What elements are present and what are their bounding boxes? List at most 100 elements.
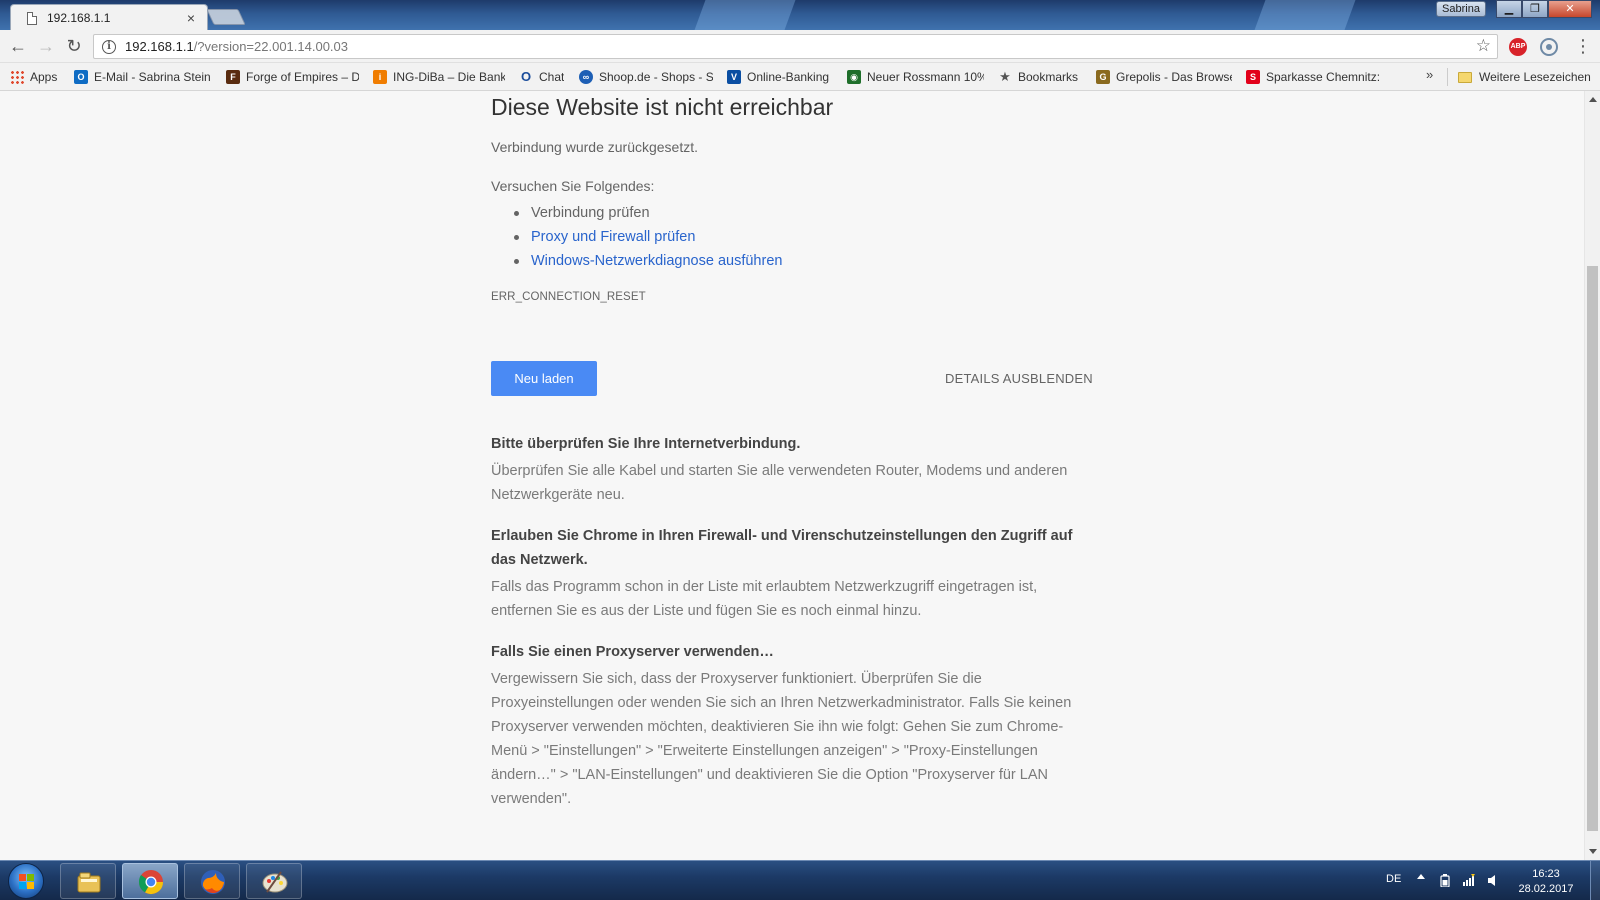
sparkasse-icon: S	[1246, 69, 1260, 84]
network-icon[interactable]	[1462, 874, 1476, 887]
other-bookmarks-folder[interactable]: Weitere Lesezeichen	[1458, 63, 1591, 91]
bookmark-rossmann[interactable]: ◉ Neuer Rossmann 10%	[847, 69, 984, 84]
url-path[interactable]: /?version=22.001.14.00.03	[194, 39, 348, 54]
grepolis-icon: G	[1096, 69, 1110, 84]
network-diagnostics-link[interactable]: Windows-Netzwerkdiagnose ausführen	[531, 253, 782, 269]
error-code: ERR_CONNECTION_RESET	[491, 291, 646, 303]
reload-icon[interactable]: ↻	[62, 34, 86, 58]
bookmark-grepolis[interactable]: G Grepolis - Das Browse	[1096, 69, 1232, 84]
chat-icon: O	[520, 69, 532, 84]
chrome-menu-icon[interactable]: ⋮	[1574, 34, 1592, 58]
details-section-title: Erlauben Sie Chrome in Ihren Firewall- u…	[491, 528, 1073, 568]
bookmark-label: Online-Banking	[747, 69, 830, 84]
more-bookmarks-chevron-icon[interactable]: »	[1426, 67, 1433, 82]
bookmark-forge-of-empires[interactable]: F Forge of Empires – Da	[226, 69, 359, 84]
details-section-title: Falls Sie einen Proxyserver verwenden…	[491, 644, 774, 660]
language-indicator[interactable]: DE	[1386, 873, 1401, 885]
tab-active[interactable]: 192.168.1.1 ×	[10, 4, 208, 30]
bookmark-label: Sparkasse Chemnitz: C	[1266, 69, 1380, 84]
taskbar-chrome[interactable]	[122, 863, 178, 899]
bookmark-label: Grepolis - Das Browse	[1116, 69, 1232, 84]
bookmark-label: E-Mail - Sabrina Stein	[94, 69, 211, 84]
paint-icon	[262, 871, 288, 893]
clock-date: 28.02.2017	[1518, 883, 1574, 895]
clock-time: 16:23	[1532, 868, 1560, 880]
close-window-button[interactable]: ✕	[1548, 0, 1592, 18]
bookmark-label: ING-DiBa – Die Bank u	[393, 69, 505, 84]
suggestion-text: Verbindung prüfen	[531, 205, 650, 221]
bookmark-shoop[interactable]: ∞ Shoop.de - Shops - Sh	[579, 69, 713, 84]
scroll-down-arrow-icon[interactable]	[1589, 849, 1597, 854]
window-titlebar: 192.168.1.1 × Sabrina ▁ ❐ ✕	[0, 0, 1600, 30]
browser-toolbar: ← → ↻ i 192.168.1.1/?version=22.001.14.0…	[0, 30, 1600, 63]
bookmark-apps[interactable]: Apps	[10, 69, 60, 84]
suggestions-list: Verbindung prüfen Proxy und Firewall prü…	[513, 201, 782, 273]
star-icon: ★	[999, 69, 1011, 84]
forward-arrow-icon[interactable]: →	[34, 34, 58, 58]
taskbar-explorer[interactable]	[60, 863, 116, 899]
proxy-firewall-link[interactable]: Proxy und Firewall prüfen	[531, 229, 695, 245]
details-section-body: Falls das Programm schon in der Liste mi…	[491, 579, 1038, 619]
details-section-body: Überprüfen Sie alle Kabel und starten Si…	[491, 463, 1068, 503]
bookmark-ing-diba[interactable]: i ING-DiBa – Die Bank u	[373, 69, 505, 84]
bookmark-label: Forge of Empires – Da	[246, 69, 359, 84]
taskbar-clock[interactable]: 16:23 28.02.2017	[1506, 867, 1586, 897]
bookmark-online-banking[interactable]: V Online-Banking	[727, 69, 833, 84]
details-section-title: Bitte überprüfen Sie Ihre Internetverbin…	[491, 436, 801, 452]
bank-icon: V	[727, 69, 741, 84]
adblock-plus-icon[interactable]: ABP	[1509, 38, 1527, 56]
site-info-icon[interactable]: i	[102, 39, 116, 54]
battery-icon[interactable]	[1439, 874, 1451, 887]
windows-taskbar: DE 16:23 28.02.2017	[0, 860, 1600, 900]
bookmark-label: Chat	[539, 69, 565, 84]
tab-title: 192.168.1.1	[47, 11, 111, 25]
folder-icon	[1458, 71, 1472, 83]
bookmark-sparkasse[interactable]: S Sparkasse Chemnitz: C	[1246, 69, 1380, 84]
suggestion-check-proxy: Proxy und Firewall prüfen	[513, 225, 782, 249]
suggestions-heading: Versuchen Sie Folgendes:	[491, 178, 655, 194]
bookmark-bookmarks[interactable]: ★ Bookmarks	[998, 70, 1082, 84]
maximize-button[interactable]: ❐	[1522, 0, 1548, 18]
show-desktop-button[interactable]	[1590, 861, 1600, 900]
profile-button[interactable]: Sabrina	[1436, 1, 1486, 17]
suggestion-network-diagnostics: Windows-Netzwerkdiagnose ausführen	[513, 249, 782, 273]
ing-icon: i	[373, 69, 387, 84]
chrome-icon	[138, 870, 163, 895]
other-bookmarks-label: Weitere Lesezeichen	[1479, 70, 1591, 84]
page-icon	[27, 11, 37, 25]
details-section-body: Vergewissern Sie sich, dass der Proxyser…	[491, 671, 1072, 807]
taskbar-firefox[interactable]	[184, 863, 240, 899]
suggestion-check-connection: Verbindung prüfen	[513, 201, 782, 225]
outlook-icon: O	[74, 69, 88, 84]
bookmark-label: Bookmarks	[1018, 69, 1079, 84]
scroll-up-arrow-icon[interactable]	[1589, 97, 1597, 102]
bookmark-chat[interactable]: O Chat	[519, 70, 565, 84]
taskbar-paint[interactable]	[246, 863, 302, 899]
forge-icon: F	[226, 69, 240, 84]
bookmark-label: Neuer Rossmann 10%	[867, 69, 984, 84]
titlebar-glow	[694, 0, 796, 30]
bookmarks-bar: Apps O E-Mail - Sabrina Stein F Forge of…	[0, 63, 1600, 91]
start-button[interactable]	[8, 863, 44, 899]
extension-eye-icon[interactable]	[1540, 38, 1558, 56]
url-host[interactable]: 192.168.1.1	[125, 39, 194, 54]
volume-icon[interactable]	[1487, 874, 1499, 887]
windows-logo-icon	[19, 874, 35, 890]
vertical-scrollbar[interactable]	[1584, 91, 1600, 860]
error-subtitle: Verbindung wurde zurückgesetzt.	[491, 139, 699, 155]
minimize-button[interactable]: ▁	[1496, 0, 1522, 18]
window-controls: ▁ ❐ ✕	[1496, 0, 1592, 18]
reload-button[interactable]: Neu laden	[491, 361, 597, 396]
tab-close-icon[interactable]: ×	[187, 10, 195, 26]
error-title: Diese Website ist nicht erreichbar	[491, 94, 834, 120]
rossmann-icon: ◉	[847, 69, 861, 84]
bookmark-email[interactable]: O E-Mail - Sabrina Stein	[74, 69, 212, 84]
show-hidden-icons-icon[interactable]	[1417, 874, 1425, 879]
hide-details-button[interactable]: DETAILS AUSBLENDEN	[945, 371, 1093, 386]
scrollbar-thumb[interactable]	[1587, 266, 1598, 831]
new-tab-button[interactable]	[206, 9, 246, 25]
titlebar-glow	[1254, 0, 1356, 30]
back-arrow-icon[interactable]: ←	[6, 34, 30, 58]
address-bar[interactable]: i 192.168.1.1/?version=22.001.14.00.03 ☆	[93, 34, 1498, 59]
bookmark-star-icon[interactable]: ☆	[1476, 36, 1491, 56]
